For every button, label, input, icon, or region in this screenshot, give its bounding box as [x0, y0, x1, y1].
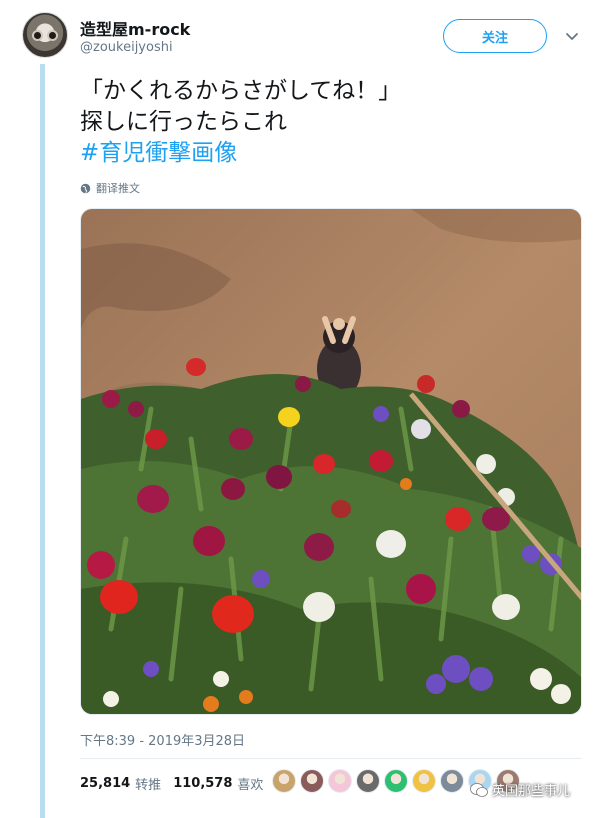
liker-avatar[interactable]: [440, 769, 464, 793]
thread-line: [40, 64, 45, 818]
like-label[interactable]: 喜欢: [237, 774, 263, 793]
avatar-goggle-right: [47, 30, 58, 41]
display-name[interactable]: 造型屋m-rock: [80, 16, 190, 40]
tweet-text: 「かくれるからさがしてね！」 探しに行ったらこれ #育児衝撃画像: [80, 76, 580, 169]
liker-avatar[interactable]: [356, 769, 380, 793]
hashtag-link[interactable]: #育児衝撃画像: [80, 138, 580, 169]
tweet-photo[interactable]: [80, 208, 582, 715]
retweet-label[interactable]: 转推: [135, 774, 161, 793]
follow-button[interactable]: 关注: [443, 19, 547, 53]
liker-avatar[interactable]: [272, 769, 296, 793]
watermark: 英国那些事儿: [470, 780, 570, 799]
like-count[interactable]: 110,578: [173, 776, 232, 791]
retweet-count[interactable]: 25,814: [80, 776, 130, 791]
user-handle[interactable]: @zoukeijyoshi: [80, 40, 173, 55]
tweet-line-2: 探しに行ったらこれ: [80, 109, 287, 135]
watermark-text: 英国那些事儿: [492, 784, 571, 799]
liker-avatar[interactable]: [300, 769, 324, 793]
avatar-goggle-left: [32, 30, 43, 41]
translate-label: 翻译推文: [96, 182, 140, 195]
liker-avatar[interactable]: [412, 769, 436, 793]
translate-tweet-link[interactable]: 翻译推文: [80, 180, 140, 196]
liker-avatar[interactable]: [384, 769, 408, 793]
tweet-line-1: 「かくれるからさがしてね！」: [80, 78, 402, 104]
divider: [80, 758, 582, 759]
tweet-stats: 25,814 转推 110,578 喜欢: [80, 774, 275, 793]
tweet-timestamp[interactable]: 下午8:39 - 2019年3月28日: [80, 730, 245, 749]
wechat-icon: [470, 782, 488, 797]
flowerbed-photo: [81, 209, 581, 714]
globe-icon: [80, 183, 91, 193]
chevron-down-icon[interactable]: [564, 28, 580, 44]
avatar[interactable]: [22, 12, 68, 58]
liker-avatar[interactable]: [328, 769, 352, 793]
